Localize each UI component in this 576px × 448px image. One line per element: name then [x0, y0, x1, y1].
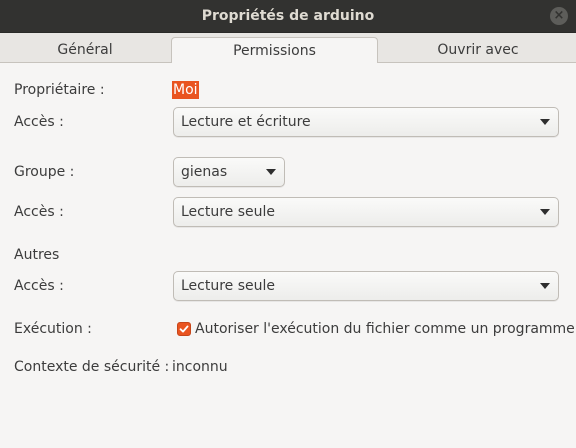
- window-title: Propriétés de arduino: [201, 8, 375, 24]
- execute-checkbox-label[interactable]: Autoriser l'exécution du fichier comme u…: [195, 319, 575, 339]
- group-access-label: Accès :: [14, 204, 64, 220]
- group-combo[interactable]: gienas: [173, 157, 285, 187]
- tab-permissions[interactable]: Permissions: [171, 37, 378, 63]
- others-access-label: Accès :: [14, 278, 64, 294]
- chevron-down-icon: [540, 283, 550, 289]
- chevron-down-icon: [540, 119, 550, 125]
- owner-access-combo[interactable]: Lecture et écriture: [173, 107, 559, 137]
- checkmark-icon: [179, 325, 189, 333]
- security-context-label: Contexte de sécurité :: [14, 359, 170, 375]
- group-label: Groupe :: [14, 164, 75, 180]
- group-access-value: Lecture seule: [181, 204, 276, 220]
- chevron-down-icon: [266, 169, 276, 175]
- close-icon[interactable]: ×: [550, 7, 568, 25]
- execution-label: Exécution :: [14, 321, 92, 337]
- tab-open-with[interactable]: Ouvrir avec: [380, 37, 576, 63]
- owner-access-value: Lecture et écriture: [181, 114, 311, 130]
- chevron-down-icon: [540, 209, 550, 215]
- owner-label: Propriétaire :: [14, 82, 105, 98]
- tab-bar: Général Permissions Ouvrir avec: [0, 33, 576, 63]
- properties-dialog: Propriétés de arduino × Général Permissi…: [0, 0, 576, 448]
- group-access-combo[interactable]: Lecture seule: [173, 197, 559, 227]
- owner-access-label: Accès :: [14, 114, 64, 130]
- others-access-value: Lecture seule: [181, 278, 276, 294]
- security-context-value: inconnu: [172, 359, 228, 375]
- tab-general[interactable]: Général: [0, 37, 170, 63]
- group-value: gienas: [181, 164, 228, 180]
- execute-checkbox[interactable]: [177, 322, 191, 336]
- titlebar: Propriétés de arduino ×: [0, 0, 576, 33]
- owner-value[interactable]: Moi: [172, 81, 199, 99]
- others-access-combo[interactable]: Lecture seule: [173, 271, 559, 301]
- others-label: Autres: [14, 247, 60, 263]
